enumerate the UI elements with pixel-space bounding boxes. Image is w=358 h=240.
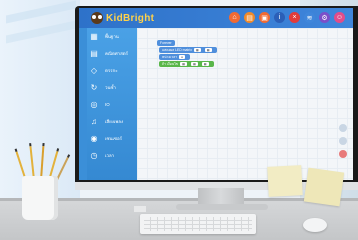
loop-icon: ↻ [90,83,98,92]
block-value-chip[interactable]: ● [179,55,185,59]
logic-icon: ◇ [90,66,98,75]
zoom-controls [339,124,347,158]
keyboard [140,214,256,234]
sidebar-item-6[interactable]: ◉ เซนเซอร์ [87,130,137,147]
sidebar-item-label: IO [105,102,110,107]
calculator-icon: ▤ [90,49,98,58]
sidebar-item-label: เสียงเพลง [105,119,124,124]
sidebar-item-label: พื้นฐาน [105,34,119,39]
block-value-chip[interactable]: ▦ [201,62,209,66]
app-logo[interactable]: KidBright [91,12,154,24]
home-icon[interactable]: ⌂ [229,12,240,23]
block-value-chip[interactable]: ▦ [204,48,212,52]
led-matrix-block[interactable]: แสดงผล LED matrix ▦ ▦ [159,47,217,53]
block-label: หน่วงเวลา [162,54,178,59]
block-label: แสดงผล LED matrix [162,47,192,52]
monitor-stand-base [176,204,268,210]
keyboard-keys [144,217,252,231]
block-label: ถ้า เงื่อนไข [162,61,179,66]
cup [22,176,58,220]
block-value-chip[interactable]: ▦ [180,62,187,66]
forever-block[interactable]: Forever [157,40,175,46]
header-toolbar: ⌂ ▤ ▣ i × ≋ ⚙ ☺ [229,12,345,23]
sidebar-strip [79,28,87,180]
settings-icon[interactable]: ⚙ [319,12,330,23]
zoom-out-icon[interactable] [339,137,347,145]
sidebar-item-0[interactable]: ▦ พื้นฐาน [87,28,137,45]
condition-block[interactable]: ถ้า เงื่อนไข ▦ ▦ ▦ [159,61,214,67]
sidebar-item-3[interactable]: ↻ วนซ้ำ [87,79,137,96]
logo-text: KidBright [106,12,155,24]
sidebar-item-5[interactable]: ♫ เสียงเพลง [87,113,137,130]
app-header: KidBright ⌂ ▤ ▣ i × ≋ ⚙ ☺ [79,8,353,28]
monitor-screen: KidBright ⌂ ▤ ▣ i × ≋ ⚙ ☺ ▦ พื้นฐาน ▤ คณิตศาสตร์ ◇ ต… [79,8,353,180]
folder-icon[interactable]: ▤ [244,12,255,23]
user-icon[interactable]: ☺ [334,12,345,23]
music-icon: ♫ [91,117,97,126]
sidebar-item-label: เซนเซอร์ [105,136,122,141]
delay-block[interactable]: หน่วงเวลา ● [159,54,190,60]
clock-icon: ◷ [90,151,98,160]
close-icon[interactable]: × [289,12,300,23]
sensor-icon: ◉ [90,134,98,143]
sidebar-item-label: คณิตศาสตร์ [105,51,129,56]
sidebar-item-label: เวลา [105,153,115,158]
sidebar-item-4[interactable]: ◎ IO [87,96,137,113]
sidebar-item-label: วนซ้ำ [105,85,116,90]
usb-hub [134,206,146,212]
trash-icon[interactable] [339,150,347,158]
mouse [303,218,327,232]
sticky-note [303,167,345,207]
grid-icon: ▦ [90,32,98,41]
sidebar-item-2[interactable]: ◇ ตรรกะ [87,62,137,79]
block-value-chip[interactable]: ▦ [193,48,201,52]
block-category-sidebar: ▦ พื้นฐาน ▤ คณิตศาสตร์ ◇ ตรรกะ ↻ วนซ้ำ ◎ IO ♫ เสียง… [87,28,137,180]
sticky-note [267,165,303,197]
sidebar-item-7[interactable]: ◷ เวลา [87,147,137,164]
wifi-icon[interactable]: ≋ [304,12,315,23]
zoom-in-icon[interactable] [339,124,347,132]
owl-logo-icon [91,12,103,24]
io-icon: ◎ [90,100,98,109]
info-icon[interactable]: i [274,12,285,23]
block-label: Forever [160,41,172,45]
sidebar-item-label: ตรรกะ [105,68,118,73]
block-value-chip[interactable]: ▦ [190,62,198,66]
save-icon[interactable]: ▣ [259,12,270,23]
block-workspace[interactable]: Forever แสดงผล LED matrix ▦ ▦ หน่วงเวลา … [137,28,353,180]
sidebar-item-1[interactable]: ▤ คณิตศาสตร์ [87,45,137,62]
